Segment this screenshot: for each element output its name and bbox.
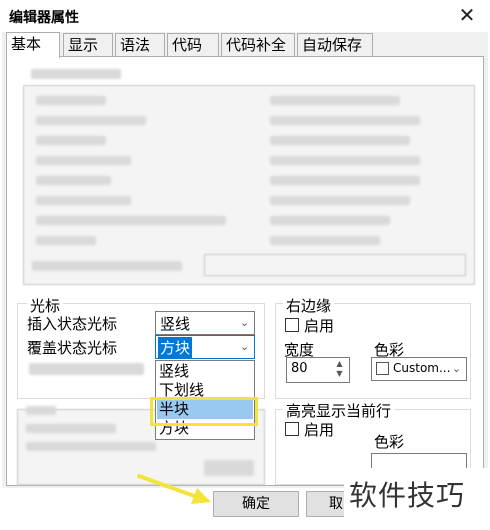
- right-edge-enable-checkbox[interactable]: [285, 318, 299, 332]
- dropdown-option-vertical-line[interactable]: 竖线: [157, 362, 253, 381]
- overwrite-cursor-value: 方块: [158, 337, 193, 358]
- tab-autosave[interactable]: 自动保存: [297, 33, 373, 57]
- blurred-options-group: [23, 85, 475, 285]
- right-edge-color-select[interactable]: Custom... ⌄: [371, 357, 467, 381]
- close-icon[interactable]: ✕: [455, 3, 479, 27]
- right-edge-color-value: Custom...: [393, 361, 451, 375]
- chevron-down-icon: ⌄: [235, 337, 253, 357]
- overwrite-cursor-label: 覆盖状态光标: [27, 339, 118, 357]
- highlight-line-enable-label: 启用: [304, 421, 335, 439]
- ok-button[interactable]: 确定: [213, 491, 299, 517]
- chevron-down-icon: ⌄: [447, 359, 465, 379]
- chevron-down-icon: ⌄: [235, 313, 253, 333]
- annotation-highlight-box: [150, 397, 258, 426]
- insert-cursor-value: 竖线: [160, 315, 191, 333]
- right-edge-width-spinner[interactable]: 80 ▲ ▼: [286, 357, 350, 383]
- blurred-option: [29, 363, 144, 375]
- right-edge-enable-label: 启用: [304, 317, 335, 335]
- spinner-arrows-icon[interactable]: ▲ ▼: [330, 359, 348, 381]
- annotation-arrow-icon: [137, 474, 211, 504]
- color-swatch: [376, 362, 389, 375]
- insert-cursor-select[interactable]: 竖线 ⌄: [155, 311, 255, 335]
- highlight-line-group-legend: 高亮显示当前行: [283, 400, 395, 421]
- insert-cursor-label: 插入状态光标: [27, 315, 118, 333]
- tab-basic[interactable]: 基本: [6, 32, 60, 58]
- right-edge-width-value: 80: [291, 361, 308, 376]
- tab-code[interactable]: 代码: [167, 33, 219, 57]
- tab-display[interactable]: 显示: [63, 33, 113, 57]
- highlight-line-color-label: 色彩: [374, 433, 405, 451]
- blurred-group-label: [31, 69, 121, 79]
- tab-syntax[interactable]: 语法: [115, 33, 165, 57]
- highlight-line-enable-checkbox[interactable]: [285, 422, 299, 436]
- tab-code-completion[interactable]: 代码补全: [221, 33, 295, 57]
- overwrite-cursor-select[interactable]: 方块 ⌄: [155, 335, 255, 359]
- watermark-text: 软件技巧: [349, 479, 466, 512]
- window-title: 编辑器属性: [9, 10, 79, 26]
- right-edge-group-legend: 右边缘: [283, 295, 335, 316]
